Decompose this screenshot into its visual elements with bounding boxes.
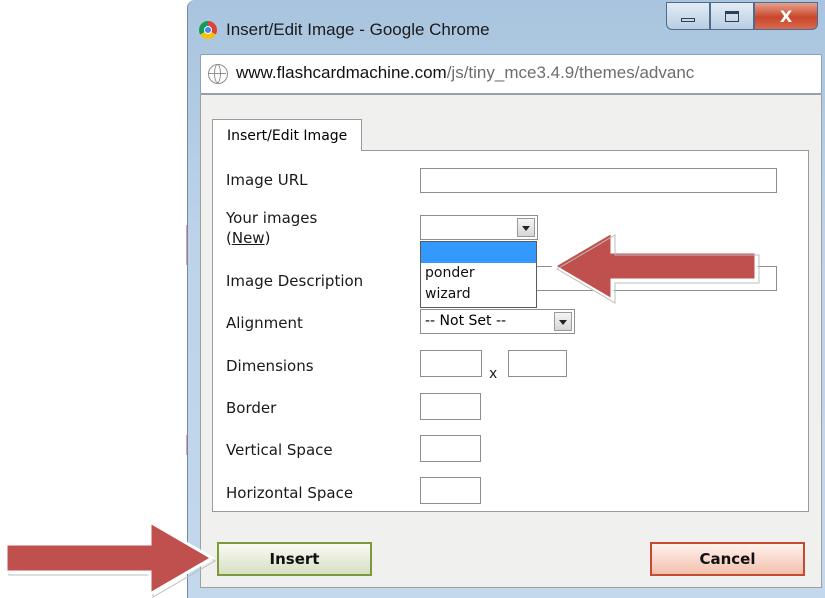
annotation-arrow-dropdown (551, 229, 760, 304)
maximize-button[interactable] (710, 2, 754, 30)
dimensions-label: Dimensions (226, 357, 314, 375)
image-url-label: Image URL (226, 171, 308, 189)
insert-image-dialog: Insert/Edit Image Image URL Your images … (200, 94, 822, 588)
border-label: Border (226, 399, 277, 417)
chrome-logo-icon (199, 21, 217, 39)
dropdown-option-wizard[interactable]: wizard (421, 284, 536, 305)
tab-insert-edit-image[interactable]: Insert/Edit Image (212, 119, 363, 151)
maximize-icon (725, 10, 739, 22)
close-paren: ) (264, 229, 271, 247)
horizontal-space-label: Horizontal Space (226, 484, 354, 502)
your-images-select[interactable] (420, 215, 538, 240)
image-description-label: Image Description (226, 272, 364, 290)
minimize-button[interactable] (666, 2, 710, 30)
your-images-label: Your images (226, 209, 318, 227)
url-text: www.flashcardmachine.com/js/tiny_mce3.4.… (236, 63, 821, 83)
insert-button[interactable]: Insert (217, 542, 372, 576)
dropdown-option-ponder[interactable]: ponder (421, 263, 536, 284)
image-url-input[interactable] (420, 168, 777, 193)
vertical-space-label: Vertical Space (226, 441, 333, 459)
alignment-select[interactable]: -- Not Set -- (420, 309, 575, 334)
window-controls: X (666, 2, 818, 32)
url-path: /js/tiny_mce3.4.9/themes/advanc (446, 63, 695, 82)
minimize-icon (681, 18, 695, 22)
new-image-link[interactable]: New (232, 229, 265, 247)
alignment-selected: -- Not Set -- (425, 313, 507, 329)
address-bar[interactable]: www.flashcardmachine.com/js/tiny_mce3.4.… (200, 54, 822, 94)
annotation-arrow-insert (4, 519, 216, 598)
globe-icon (208, 64, 228, 84)
dimensions-separator: x (489, 366, 498, 382)
your-images-dropdown-list: ponder wizard (420, 241, 537, 308)
dropdown-option-blank[interactable] (421, 242, 536, 263)
width-input[interactable] (420, 350, 482, 377)
height-input[interactable] (508, 350, 567, 377)
url-host: www.flashcardmachine.com (236, 63, 447, 82)
vertical-space-input[interactable] (420, 435, 481, 462)
close-button[interactable]: X (754, 2, 818, 30)
title-bar[interactable]: Insert/Edit Image - Google Chrome X (188, 0, 825, 54)
border-input[interactable] (420, 393, 481, 420)
alignment-label: Alignment (226, 314, 303, 332)
cancel-button[interactable]: Cancel (650, 542, 805, 576)
horizontal-space-input[interactable] (420, 477, 481, 504)
chevron-down-icon[interactable] (554, 312, 572, 331)
chevron-down-icon[interactable] (517, 218, 535, 237)
page-background (0, 0, 190, 598)
close-icon: X (779, 6, 793, 26)
window-title: Insert/Edit Image - Google Chrome (226, 20, 490, 39)
new-link-wrapper: (New) (226, 229, 270, 247)
